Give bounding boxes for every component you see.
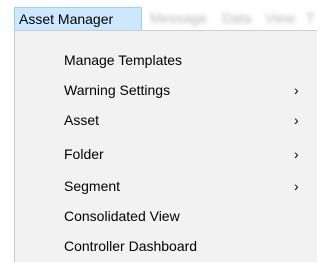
- menu-item-consolidated-view[interactable]: Consolidated View: [15, 202, 317, 230]
- chevron-right-icon: ›: [294, 112, 299, 128]
- chevron-right-icon: ›: [294, 82, 299, 98]
- menu-item-folder[interactable]: Folder ›: [15, 140, 317, 168]
- menu-item-label: Segment: [64, 178, 121, 194]
- menu-item-segment[interactable]: Segment ›: [15, 172, 317, 200]
- menu-blurred-item-2[interactable]: Data: [222, 7, 252, 31]
- menu-blurred-item-1[interactable]: Message: [150, 7, 207, 31]
- menu-item-label: Manage Templates: [64, 52, 183, 68]
- menu-blurred-item-4[interactable]: T: [306, 7, 315, 31]
- menu-item-controller-dashboard[interactable]: Controller Dashboard: [15, 232, 317, 260]
- chevron-right-icon: ›: [294, 146, 299, 162]
- menu-item-label: Controller Dashboard: [64, 238, 198, 254]
- menu-asset-manager[interactable]: Asset Manager: [14, 7, 142, 31]
- menu-bar: Asset Manager Message Data View T: [0, 0, 317, 31]
- menu-item-label: Asset: [64, 112, 100, 128]
- chevron-right-icon: ›: [294, 178, 299, 194]
- menu-blurred-item-3[interactable]: View: [265, 7, 295, 31]
- menu-item-asset[interactable]: Asset ›: [15, 106, 317, 134]
- menu-item-warning-settings[interactable]: Warning Settings ›: [15, 76, 317, 104]
- menu-item-label: Consolidated View: [64, 208, 180, 224]
- asset-manager-dropdown: Manage Templates Warning Settings › Asse…: [14, 30, 317, 262]
- menu-item-label: Folder: [64, 146, 104, 162]
- menu-item-label: Warning Settings: [64, 82, 171, 98]
- menu-item-manage-templates[interactable]: Manage Templates: [15, 46, 317, 74]
